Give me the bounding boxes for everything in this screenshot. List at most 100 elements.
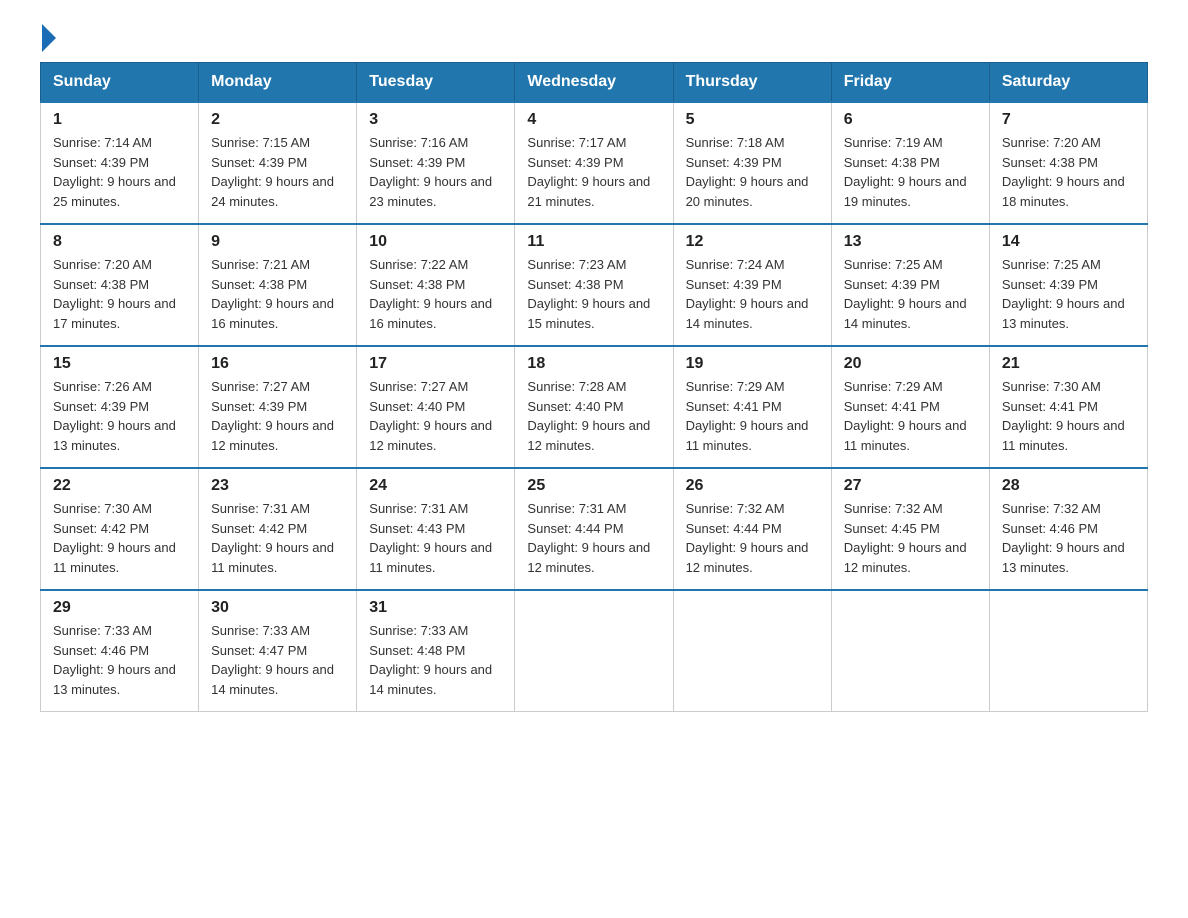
day-info: Sunrise: 7:25 AMSunset: 4:39 PMDaylight:… xyxy=(1002,255,1135,333)
weekday-header: Tuesday xyxy=(357,63,515,103)
weekday-header: Sunday xyxy=(41,63,199,103)
day-number: 23 xyxy=(211,477,344,495)
page-header xyxy=(40,30,1148,46)
day-number: 2 xyxy=(211,111,344,129)
calendar-cell xyxy=(989,590,1147,712)
calendar-cell: 27 Sunrise: 7:32 AMSunset: 4:45 PMDayligh… xyxy=(831,468,989,590)
calendar-cell: 23 Sunrise: 7:31 AMSunset: 4:42 PMDayligh… xyxy=(199,468,357,590)
day-info: Sunrise: 7:16 AMSunset: 4:39 PMDaylight:… xyxy=(369,133,502,211)
day-number: 31 xyxy=(369,599,502,617)
calendar-cell: 4 Sunrise: 7:17 AMSunset: 4:39 PMDaylight… xyxy=(515,102,673,224)
calendar-cell: 10 Sunrise: 7:22 AMSunset: 4:38 PMDayligh… xyxy=(357,224,515,346)
day-number: 29 xyxy=(53,599,186,617)
calendar-cell: 21 Sunrise: 7:30 AMSunset: 4:41 PMDayligh… xyxy=(989,346,1147,468)
calendar-cell: 14Sunrise: 7:25 AMSunset: 4:39 PMDayligh… xyxy=(989,224,1147,346)
day-number: 9 xyxy=(211,233,344,251)
day-number: 4 xyxy=(527,111,660,129)
calendar-cell: 29 Sunrise: 7:33 AMSunset: 4:46 PMDayligh… xyxy=(41,590,199,712)
calendar-week-row: 29 Sunrise: 7:33 AMSunset: 4:46 PMDayligh… xyxy=(41,590,1148,712)
calendar-cell xyxy=(515,590,673,712)
calendar-cell: 2 Sunrise: 7:15 AMSunset: 4:39 PMDaylight… xyxy=(199,102,357,224)
day-info: Sunrise: 7:30 AMSunset: 4:42 PMDaylight:… xyxy=(53,499,186,577)
day-number: 30 xyxy=(211,599,344,617)
day-number: 7 xyxy=(1002,111,1135,129)
calendar-cell: 1Sunrise: 7:14 AMSunset: 4:39 PMDaylight… xyxy=(41,102,199,224)
day-info: Sunrise: 7:22 AMSunset: 4:38 PMDaylight:… xyxy=(369,255,502,333)
calendar-week-row: 22Sunrise: 7:30 AMSunset: 4:42 PMDayligh… xyxy=(41,468,1148,590)
calendar-cell: 15Sunrise: 7:26 AMSunset: 4:39 PMDayligh… xyxy=(41,346,199,468)
calendar-cell xyxy=(831,590,989,712)
weekday-header-row: SundayMondayTuesdayWednesdayThursdayFrid… xyxy=(41,63,1148,103)
calendar-cell: 17 Sunrise: 7:27 AMSunset: 4:40 PMDayligh… xyxy=(357,346,515,468)
weekday-header: Wednesday xyxy=(515,63,673,103)
calendar-cell: 12 Sunrise: 7:24 AMSunset: 4:39 PMDayligh… xyxy=(673,224,831,346)
day-number: 28 xyxy=(1002,477,1135,495)
day-number: 13 xyxy=(844,233,977,251)
day-info: Sunrise: 7:20 AMSunset: 4:38 PMDaylight:… xyxy=(53,255,186,333)
day-number: 10 xyxy=(369,233,502,251)
day-info: Sunrise: 7:14 AMSunset: 4:39 PMDaylight:… xyxy=(53,133,186,211)
day-info: Sunrise: 7:23 AMSunset: 4:38 PMDaylight:… xyxy=(527,255,660,333)
calendar-cell: 5 Sunrise: 7:18 AMSunset: 4:39 PMDaylight… xyxy=(673,102,831,224)
day-info: Sunrise: 7:32 AMSunset: 4:44 PMDaylight:… xyxy=(686,499,819,577)
calendar-cell: 8 Sunrise: 7:20 AMSunset: 4:38 PMDaylight… xyxy=(41,224,199,346)
day-number: 18 xyxy=(527,355,660,373)
day-number: 26 xyxy=(686,477,819,495)
calendar-cell: 3 Sunrise: 7:16 AMSunset: 4:39 PMDaylight… xyxy=(357,102,515,224)
calendar-cell: 31 Sunrise: 7:33 AMSunset: 4:48 PMDayligh… xyxy=(357,590,515,712)
day-info: Sunrise: 7:32 AMSunset: 4:46 PMDaylight:… xyxy=(1002,499,1135,577)
day-info: Sunrise: 7:33 AMSunset: 4:46 PMDaylight:… xyxy=(53,621,186,699)
day-info: Sunrise: 7:27 AMSunset: 4:40 PMDaylight:… xyxy=(369,377,502,455)
day-info: Sunrise: 7:30 AMSunset: 4:41 PMDaylight:… xyxy=(1002,377,1135,455)
weekday-header: Monday xyxy=(199,63,357,103)
day-number: 24 xyxy=(369,477,502,495)
day-number: 12 xyxy=(686,233,819,251)
day-number: 19 xyxy=(686,355,819,373)
calendar-cell: 9 Sunrise: 7:21 AMSunset: 4:38 PMDaylight… xyxy=(199,224,357,346)
day-info: Sunrise: 7:26 AMSunset: 4:39 PMDaylight:… xyxy=(53,377,186,455)
calendar-cell: 24 Sunrise: 7:31 AMSunset: 4:43 PMDayligh… xyxy=(357,468,515,590)
calendar-cell: 20 Sunrise: 7:29 AMSunset: 4:41 PMDayligh… xyxy=(831,346,989,468)
calendar-week-row: 15Sunrise: 7:26 AMSunset: 4:39 PMDayligh… xyxy=(41,346,1148,468)
day-number: 25 xyxy=(527,477,660,495)
day-info: Sunrise: 7:32 AMSunset: 4:45 PMDaylight:… xyxy=(844,499,977,577)
day-info: Sunrise: 7:29 AMSunset: 4:41 PMDaylight:… xyxy=(844,377,977,455)
day-number: 5 xyxy=(686,111,819,129)
calendar-cell: 30 Sunrise: 7:33 AMSunset: 4:47 PMDayligh… xyxy=(199,590,357,712)
calendar-cell: 22Sunrise: 7:30 AMSunset: 4:42 PMDayligh… xyxy=(41,468,199,590)
day-info: Sunrise: 7:31 AMSunset: 4:42 PMDaylight:… xyxy=(211,499,344,577)
calendar-cell xyxy=(673,590,831,712)
day-info: Sunrise: 7:20 AMSunset: 4:38 PMDaylight:… xyxy=(1002,133,1135,211)
weekday-header: Saturday xyxy=(989,63,1147,103)
day-info: Sunrise: 7:21 AMSunset: 4:38 PMDaylight:… xyxy=(211,255,344,333)
calendar-cell: 16 Sunrise: 7:27 AMSunset: 4:39 PMDayligh… xyxy=(199,346,357,468)
calendar-cell: 13 Sunrise: 7:25 AMSunset: 4:39 PMDayligh… xyxy=(831,224,989,346)
day-info: Sunrise: 7:17 AMSunset: 4:39 PMDaylight:… xyxy=(527,133,660,211)
day-info: Sunrise: 7:29 AMSunset: 4:41 PMDaylight:… xyxy=(686,377,819,455)
calendar-cell: 19 Sunrise: 7:29 AMSunset: 4:41 PMDayligh… xyxy=(673,346,831,468)
day-number: 27 xyxy=(844,477,977,495)
calendar-cell: 18Sunrise: 7:28 AMSunset: 4:40 PMDayligh… xyxy=(515,346,673,468)
day-info: Sunrise: 7:18 AMSunset: 4:39 PMDaylight:… xyxy=(686,133,819,211)
day-info: Sunrise: 7:24 AMSunset: 4:39 PMDaylight:… xyxy=(686,255,819,333)
day-number: 20 xyxy=(844,355,977,373)
calendar-week-row: 1Sunrise: 7:14 AMSunset: 4:39 PMDaylight… xyxy=(41,102,1148,224)
day-info: Sunrise: 7:33 AMSunset: 4:47 PMDaylight:… xyxy=(211,621,344,699)
day-info: Sunrise: 7:31 AMSunset: 4:43 PMDaylight:… xyxy=(369,499,502,577)
calendar-cell: 28 Sunrise: 7:32 AMSunset: 4:46 PMDayligh… xyxy=(989,468,1147,590)
day-info: Sunrise: 7:33 AMSunset: 4:48 PMDaylight:… xyxy=(369,621,502,699)
calendar-table: SundayMondayTuesdayWednesdayThursdayFrid… xyxy=(40,62,1148,712)
calendar-cell: 11Sunrise: 7:23 AMSunset: 4:38 PMDayligh… xyxy=(515,224,673,346)
logo-arrow-icon xyxy=(42,24,56,52)
day-number: 8 xyxy=(53,233,186,251)
weekday-header: Thursday xyxy=(673,63,831,103)
day-number: 3 xyxy=(369,111,502,129)
day-number: 21 xyxy=(1002,355,1135,373)
day-number: 17 xyxy=(369,355,502,373)
calendar-cell: 7 Sunrise: 7:20 AMSunset: 4:38 PMDaylight… xyxy=(989,102,1147,224)
calendar-cell: 25Sunrise: 7:31 AMSunset: 4:44 PMDayligh… xyxy=(515,468,673,590)
day-info: Sunrise: 7:25 AMSunset: 4:39 PMDaylight:… xyxy=(844,255,977,333)
day-number: 16 xyxy=(211,355,344,373)
day-info: Sunrise: 7:27 AMSunset: 4:39 PMDaylight:… xyxy=(211,377,344,455)
day-info: Sunrise: 7:15 AMSunset: 4:39 PMDaylight:… xyxy=(211,133,344,211)
